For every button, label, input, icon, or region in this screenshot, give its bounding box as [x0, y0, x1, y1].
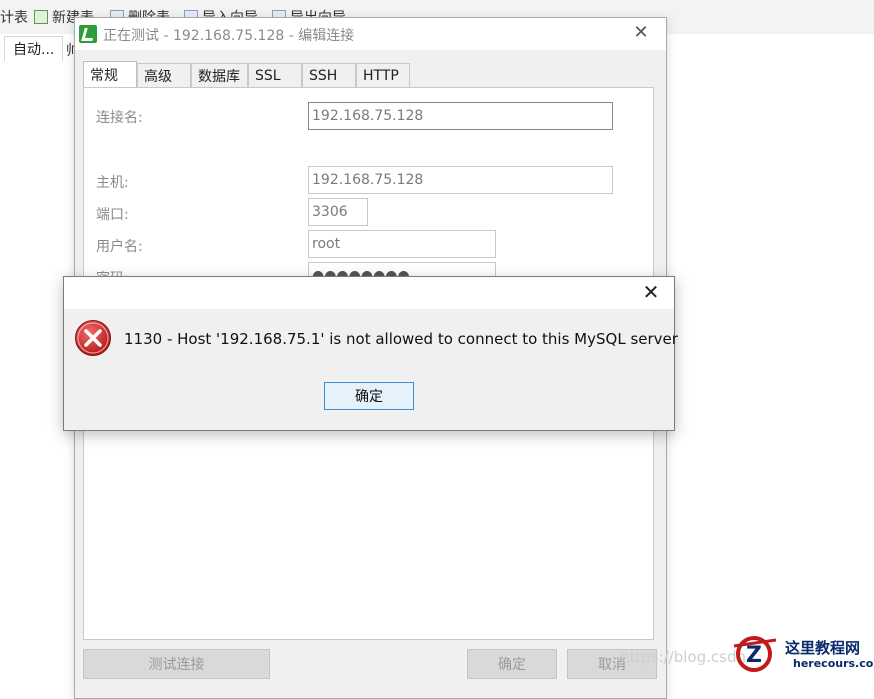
connection-name-input[interactable]	[308, 102, 613, 130]
dialog-title: 正在测试 - 192.168.75.128 - 编辑连接	[103, 28, 355, 44]
tab-ssl[interactable]: SSL	[248, 63, 302, 87]
port-label: 端口:	[96, 207, 129, 223]
tab-advanced[interactable]: 高级	[137, 63, 191, 87]
tab-http[interactable]: HTTP	[356, 63, 410, 87]
tab-general[interactable]: 常规	[83, 61, 137, 87]
error-ok-button[interactable]: 确定	[324, 382, 414, 410]
error-icon	[75, 320, 111, 356]
tab-ssh[interactable]: SSH	[302, 63, 356, 87]
app-tab-current[interactable]: 自动...	[4, 36, 64, 61]
watermark-site-cn: 这里教程网	[785, 639, 861, 657]
connection-name-label: 连接名:	[96, 110, 143, 126]
tab-database[interactable]: 数据库	[191, 63, 248, 87]
error-titlebar: ✕	[64, 277, 674, 309]
port-input[interactable]	[308, 198, 368, 226]
host-label: 主机:	[96, 175, 129, 191]
username-input[interactable]	[308, 230, 496, 258]
error-message: 1130 - Host '192.168.75.1' is not allowe…	[124, 330, 678, 348]
error-dialog: ✕ 1130 - Host '192.168.75.1' is not allo…	[63, 276, 678, 431]
test-connection-button[interactable]: 测试连接	[83, 649, 270, 679]
dialog-titlebar: 正在测试 - 192.168.75.128 - 编辑连接 ✕	[75, 18, 666, 50]
toolbar-design-table[interactable]: 计表	[0, 6, 28, 28]
error-close-icon[interactable]: ✕	[640, 281, 662, 303]
username-label: 用户名:	[96, 239, 143, 255]
ok-button[interactable]: 确定	[467, 649, 557, 679]
watermark-site-en: herecours.com	[793, 657, 874, 670]
svg-text:Z: Z	[746, 643, 762, 668]
navicat-logo-icon	[79, 25, 97, 43]
new-table-icon	[34, 10, 48, 24]
host-input[interactable]	[308, 166, 613, 194]
close-icon[interactable]: ✕	[630, 22, 652, 44]
